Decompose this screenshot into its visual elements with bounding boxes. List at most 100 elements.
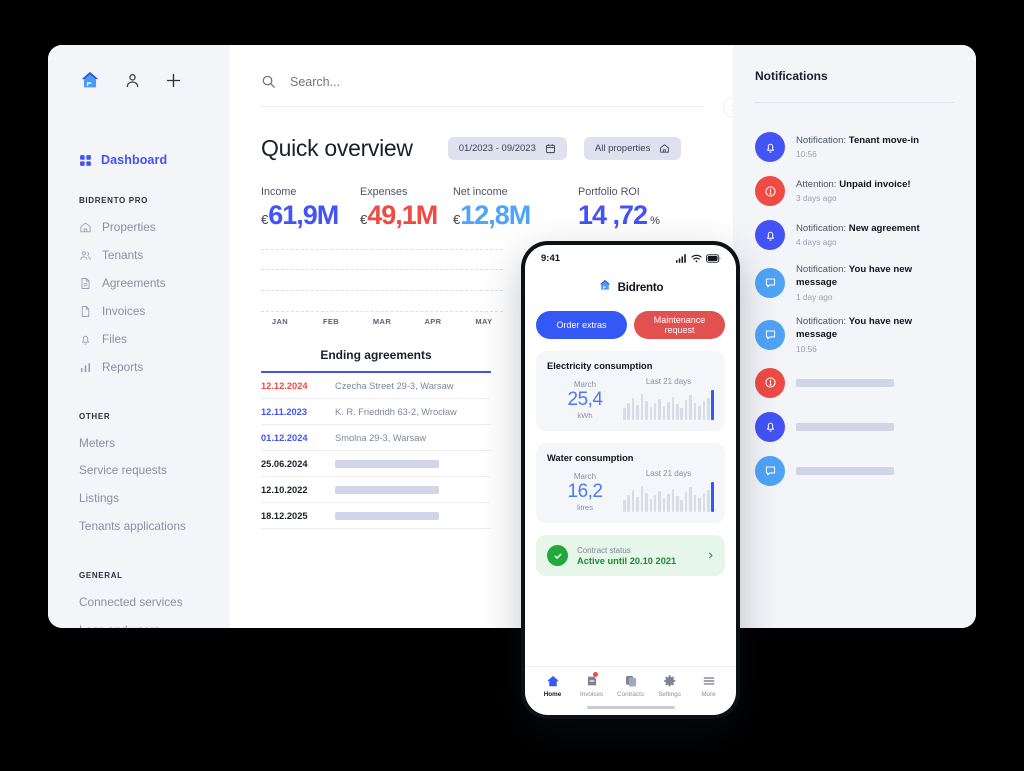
phone-body: Bidrento Order extras Maintenance reques… (525, 266, 736, 666)
sidebar-item-dashboard[interactable]: Dashboard (48, 149, 230, 171)
kpi-label: Expenses (360, 186, 408, 198)
sidebar-item-invoices[interactable]: Invoices (48, 298, 230, 326)
notification-item[interactable]: Notification: Tenant move-in 10:56 (744, 125, 954, 169)
bidrento-house-logo-icon[interactable] (79, 69, 101, 91)
overview-header: Quick overview 01/2023 - 09/2023 All pro… (261, 135, 703, 162)
sidebar-item-reports[interactable]: Reports (48, 354, 230, 382)
chart-x-tick-labels: JAN FEB MAR APR MAY (261, 317, 503, 326)
agreement-address: Smolna 29-3, Warsaw (335, 432, 427, 443)
table-row[interactable]: 12.12.2024 Czecha Street 29-3, Warsaw (261, 373, 491, 399)
sparkline-bar (649, 407, 653, 420)
bell-icon (79, 333, 92, 346)
sparkline-bar (707, 398, 710, 420)
message-icon (755, 319, 785, 350)
notification-item[interactable]: Attention: Unpaid invoice! 3 days ago (744, 169, 954, 213)
sparkline-bar (645, 493, 648, 512)
water-consumption-card[interactable]: Water consumption March 16,2 litres Last… (536, 443, 725, 523)
table-row[interactable]: 12.10.2022 (261, 477, 491, 503)
notification-item[interactable] (744, 361, 954, 405)
sidebar-item-label: Agreements (102, 275, 166, 290)
maintenance-request-button[interactable]: Maintenance request (634, 311, 725, 339)
sparkline-bar (631, 490, 635, 512)
card-unit: litres (576, 503, 594, 512)
chart-x-label: MAY (475, 317, 493, 326)
chevron-right-icon (730, 104, 733, 112)
kpi-number: 14 ,72 (578, 200, 648, 230)
search-icon (261, 74, 276, 89)
home-icon (659, 143, 670, 154)
phone-nav-more[interactable]: More (689, 674, 728, 698)
date-range-filter[interactable]: 01/2023 - 09/2023 (447, 137, 567, 160)
alert-icon (755, 367, 785, 398)
sidebar-section-general: GENERAL Connected services Logs and user… (48, 571, 230, 628)
notification-item[interactable] (744, 405, 954, 449)
bidrento-house-logo-icon (598, 278, 612, 297)
contract-status-card[interactable]: Contract status Active until 20.10 2021 (536, 535, 725, 576)
skeleton-placeholder (335, 511, 439, 520)
notification-time: 3 days ago (796, 193, 837, 204)
notification-time: 4 days ago (796, 237, 837, 248)
phone-nav-settings[interactable]: Settings (650, 674, 689, 698)
brand-name: Bidrento (617, 281, 664, 294)
card-value: 16,2 (567, 481, 603, 503)
agreement-date: 12.11.2023 (261, 406, 308, 417)
app-window: Dashboard BIDRENTO PRO Properties Tenant… (48, 45, 976, 628)
sidebar-top-icons (48, 63, 230, 91)
agreement-date: 12.12.2024 (261, 380, 308, 391)
sidebar-item-logs-and-users[interactable]: Logs and users (48, 617, 230, 628)
table-row[interactable]: 18.12.2025 (261, 503, 491, 529)
sparkline-bar (671, 397, 675, 420)
person-icon[interactable] (123, 71, 142, 90)
card-value-block: March 25,4 kWh (547, 380, 623, 420)
sparkline-bar (658, 491, 661, 512)
check-icon (547, 545, 568, 566)
notification-time: 1 day ago (796, 291, 833, 302)
table-row[interactable]: 12.11.2023 K. R. Friedridh 63-2, Wrocław (261, 399, 491, 425)
electricity-consumption-card[interactable]: Electricity consumption March 25,4 kWh L… (536, 351, 725, 431)
chevron-right-icon[interactable] (707, 552, 714, 559)
sidebar-item-connected-services[interactable]: Connected services (48, 589, 230, 617)
sidebar-item-label: Properties (102, 220, 156, 234)
sidebar-item-files[interactable]: Files (48, 326, 230, 354)
order-extras-button[interactable]: Order extras (536, 311, 627, 339)
contract-status-label: Contract status (577, 545, 631, 555)
kpi-row: Income € 61,9M Expenses € 49,1M Net inco… (261, 186, 733, 231)
notifications-list: Notification: Tenant move-in 10:56 Attenti… (744, 125, 954, 493)
phone-nav-home[interactable]: Home (533, 674, 572, 698)
status-time: 9:41 (541, 253, 561, 264)
agreement-address: K. R. Friedridh 63-2, Wrocław (335, 406, 457, 417)
sparkline-bar (698, 406, 701, 420)
card-sparkline-block: Last 21 days (623, 377, 714, 420)
sidebar-item-tenants[interactable]: Tenants (48, 242, 230, 270)
panel-collapse-button[interactable] (723, 97, 733, 118)
notifications-panel: Notifications Notification: Tenant move-… (733, 45, 976, 628)
notification-item[interactable] (744, 449, 954, 493)
table-title: Ending agreements (261, 348, 491, 373)
phone-nav-contracts[interactable]: Contracts (611, 674, 650, 698)
properties-filter[interactable]: All properties (583, 137, 682, 160)
notification-item[interactable]: Notification: You have new message 10:56 (744, 309, 954, 361)
sidebar-item-listings[interactable]: Listings (48, 485, 230, 513)
sidebar-item-agreements[interactable]: Agreements (48, 270, 230, 298)
sparkline-bar (658, 399, 661, 420)
table-row[interactable]: 25.06.2024 (261, 451, 491, 477)
notification-item[interactable]: Notification: You have new message 1 day … (744, 257, 954, 309)
sidebar-item-service-requests[interactable]: Service requests (48, 457, 230, 485)
bell-icon (755, 411, 785, 442)
sidebar-item-meters[interactable]: Meters (48, 430, 230, 458)
sparkline-bar (689, 395, 692, 420)
kpi-number: 49,1M (367, 200, 438, 230)
battery-icon (706, 254, 721, 263)
sidebar-section-pro: BIDRENTO PRO Properties Tenants Agreemen… (48, 196, 230, 382)
table-row[interactable]: 01.12.2024 Smolna 29-3, Warsaw (261, 425, 491, 451)
nav-label: Settings (658, 690, 681, 698)
search-input[interactable] (290, 74, 703, 89)
notification-message: Notification: You have new message (796, 315, 913, 340)
phone-nav-invoices[interactable]: Invoices (572, 671, 611, 698)
card-unit: kWh (577, 411, 593, 420)
sidebar-item-tenants-applications[interactable]: Tenants applications (48, 513, 230, 541)
notification-item[interactable]: Notification: New agreement 4 days ago (744, 213, 954, 257)
sidebar-item-properties[interactable]: Properties (48, 214, 230, 242)
plus-icon[interactable] (164, 71, 183, 90)
notification-message: Attention: Unpaid invoice! (796, 178, 911, 190)
